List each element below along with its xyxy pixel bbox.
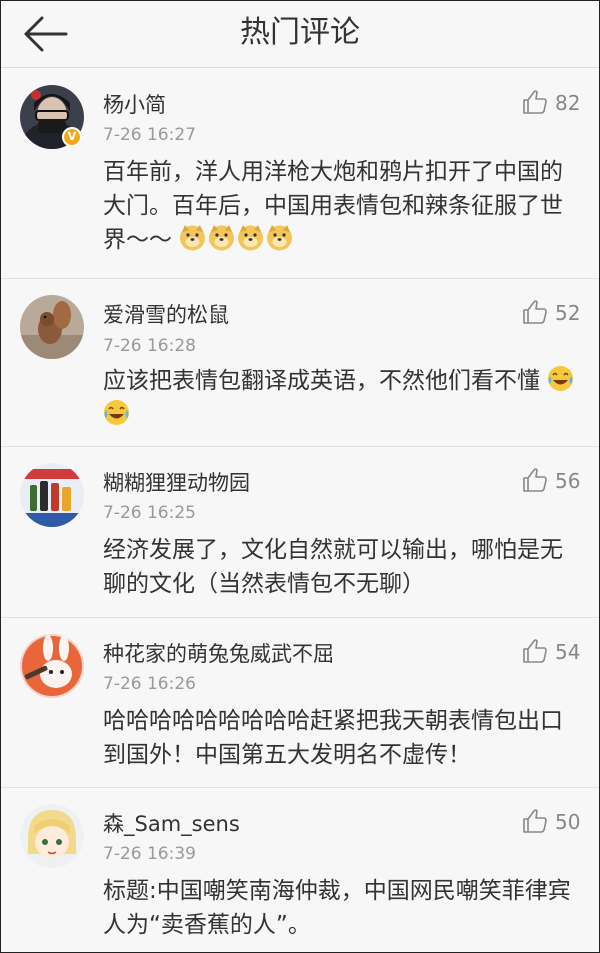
comment-text: 标题:中国嘲笑南海仲裁，中国网民嘲笑菲律宾人为“卖香蕉的人”。: [103, 878, 571, 938]
like-button[interactable]: 56: [522, 467, 582, 495]
verified-badge: V: [62, 127, 82, 147]
avatar[interactable]: [20, 634, 84, 698]
username[interactable]: 爱滑雪的松鼠: [103, 299, 229, 329]
avatar[interactable]: [20, 804, 84, 868]
doge-emoji: [238, 225, 264, 251]
like-button[interactable]: 82: [522, 89, 582, 117]
comment-list: V 杨小简 7-26 16:27 82 百年前，洋人用洋枪大炮和鸦片扣开了中国的…: [0, 69, 600, 948]
comment-text: 应该把表情包翻译成英语，不然他们看不懂: [103, 364, 583, 432]
username[interactable]: 森_Sam_sens: [103, 808, 240, 838]
like-count: 82: [555, 91, 581, 115]
avatar[interactable]: [20, 295, 84, 359]
thumbs-up-icon: [523, 809, 547, 833]
timestamp: 7-26 16:26: [103, 674, 196, 694]
username[interactable]: 种花家的萌兔兔威武不屈: [103, 638, 334, 668]
like-button[interactable]: 52: [522, 299, 582, 327]
comment-body: 应该把表情包翻译成英语，不然他们看不懂: [103, 368, 540, 394]
like-button[interactable]: 50: [522, 808, 582, 836]
like-count: 50: [555, 810, 581, 834]
comment-text: 哈哈哈哈哈哈哈哈哈赶紧把我天朝表情包出口到国外！中国第五大发明名不虚传！: [103, 708, 563, 768]
thumbs-up-icon: [523, 468, 547, 492]
like-count: 52: [555, 301, 581, 325]
like-count: 56: [555, 469, 581, 493]
doge-emoji: [267, 225, 293, 251]
top-bar: 热门评论: [0, 0, 600, 68]
comment-text: 经济发展了，文化自然就可以输出，哪怕是无聊的文化（当然表情包不无聊）: [103, 537, 563, 597]
thumbs-up-icon: [523, 90, 547, 114]
comment-item: 糊糊狸狸动物园 7-26 16:25 56 经济发展了，文化自然就可以输出，哪怕…: [0, 447, 600, 618]
comment-item: V 杨小简 7-26 16:27 82 百年前，洋人用洋枪大炮和鸦片扣开了中国的…: [0, 69, 600, 279]
laugh-cry-emoji: [548, 366, 574, 391]
timestamp: 7-26 16:39: [103, 844, 196, 864]
timestamp: 7-26 16:28: [103, 336, 196, 356]
username[interactable]: 杨小简: [103, 89, 166, 119]
doge-emoji: [209, 225, 235, 251]
page-title: 热门评论: [240, 15, 360, 50]
avatar[interactable]: [20, 463, 84, 527]
laugh-cry-emoji: [104, 400, 129, 425]
comment-text: 百年前，洋人用洋枪大炮和鸦片扣开了中国的大门。百年后，中国用表情包和辣条征服了世…: [103, 155, 583, 257]
like-count: 54: [555, 640, 581, 664]
comment-item: 爱滑雪的松鼠 7-26 16:28 52 应该把表情包翻译成英语，不然他们看不懂: [0, 279, 600, 447]
comment-body: 百年前，洋人用洋枪大炮和鸦片扣开了中国的大门。百年后，中国用表情包和辣条征服了世…: [103, 159, 563, 253]
timestamp: 7-26 16:25: [103, 503, 196, 523]
like-button[interactable]: 54: [522, 638, 582, 666]
thumbs-up-icon: [523, 300, 547, 324]
comment-item: 森_Sam_sens 7-26 16:39 50 标题:中国嘲笑南海仲裁，中国网…: [0, 788, 600, 948]
username[interactable]: 糊糊狸狸动物园: [103, 467, 250, 497]
timestamp: 7-26 16:27: [103, 125, 196, 145]
doge-emoji: [180, 225, 206, 251]
thumbs-up-icon: [523, 639, 547, 663]
comment-item: 种花家的萌兔兔威武不屈 7-26 16:26 54 哈哈哈哈哈哈哈哈哈赶紧把我天…: [0, 618, 600, 788]
